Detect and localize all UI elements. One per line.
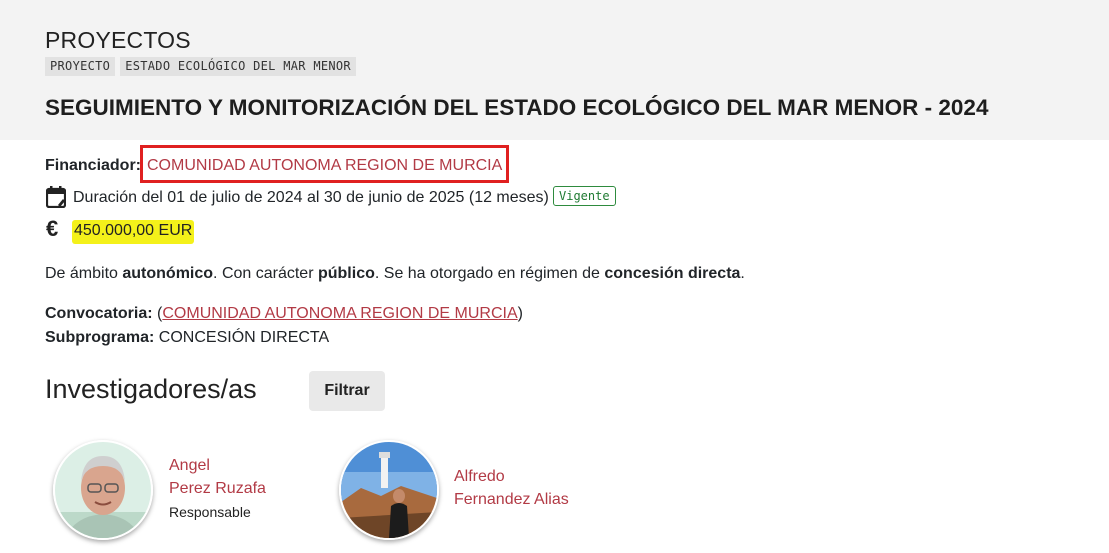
page-title: SEGUIMIENTO Y MONITORIZACIÓN DEL ESTADO … bbox=[45, 95, 989, 120]
researcher-role: Responsable bbox=[169, 504, 251, 520]
ambit-scope: autonómico bbox=[122, 265, 214, 282]
researchers-heading: Investigadores/as bbox=[45, 374, 257, 404]
ambit-regime: concesión directa bbox=[604, 265, 741, 282]
annotation-highlight-box bbox=[140, 145, 509, 183]
researcher-name-2[interactable]: Alfredo Fernandez Alias bbox=[454, 465, 569, 511]
funder-row: Financiador: bbox=[45, 157, 141, 175]
researcher-last-name[interactable]: Perez Ruzafa bbox=[169, 480, 266, 497]
ambit-text-1: De ámbito bbox=[45, 265, 123, 282]
page-header: PROYECTOS PROYECTO ESTADO ECOLÓGICO DEL … bbox=[0, 0, 1109, 140]
tag-proyecto[interactable]: PROYECTO bbox=[45, 57, 116, 76]
breadcrumb-tags: PROYECTO ESTADO ECOLÓGICO DEL MAR MENOR bbox=[45, 57, 356, 76]
ambit-character: público bbox=[317, 265, 375, 282]
subprograma-label: Subprograma: bbox=[45, 329, 155, 346]
filter-button[interactable]: Filtrar bbox=[309, 371, 385, 411]
ambit-text-4: . bbox=[740, 265, 745, 282]
calendar-edit-icon bbox=[45, 186, 67, 213]
convocatoria-row: Convocatoria: (COMUNIDAD AUTONOMA REGION… bbox=[45, 305, 523, 323]
duration-text: Duración del 01 de julio de 2024 al 30 d… bbox=[73, 189, 549, 206]
researcher-name-1[interactable]: Angel Perez Ruzafa bbox=[169, 454, 266, 500]
convocatoria-label: Convocatoria: bbox=[45, 305, 153, 322]
convocatoria-link[interactable]: COMUNIDAD AUTONOMA REGION DE MURCIA bbox=[162, 305, 517, 322]
euro-icon: € bbox=[46, 216, 59, 241]
paren-close: ) bbox=[517, 305, 523, 322]
subprograma-row: Subprograma: CONCESIÓN DIRECTA bbox=[45, 329, 329, 347]
subprograma-value: CONCESIÓN DIRECTA bbox=[154, 329, 330, 346]
avatar[interactable] bbox=[339, 440, 439, 540]
ambit-text-2: . Con carácter bbox=[213, 265, 318, 282]
amount-value: 450.000,00 EUR bbox=[72, 220, 195, 244]
paren-open: ( bbox=[152, 305, 163, 322]
researcher-first-name[interactable]: Angel bbox=[169, 457, 210, 474]
ambit-description: De ámbito autonómico. Con carácter públi… bbox=[45, 265, 745, 283]
funder-label: Financiador: bbox=[45, 157, 142, 174]
researcher-first-name[interactable]: Alfredo bbox=[454, 468, 505, 485]
avatar[interactable] bbox=[53, 440, 153, 540]
tag-topic[interactable]: ESTADO ECOLÓGICO DEL MAR MENOR bbox=[120, 57, 356, 76]
ambit-text-3: . Se ha otorgado en régimen de bbox=[374, 265, 605, 282]
status-badge: Vigente bbox=[553, 186, 616, 206]
section-title: PROYECTOS bbox=[45, 27, 191, 53]
researcher-last-name[interactable]: Fernandez Alias bbox=[454, 491, 569, 508]
